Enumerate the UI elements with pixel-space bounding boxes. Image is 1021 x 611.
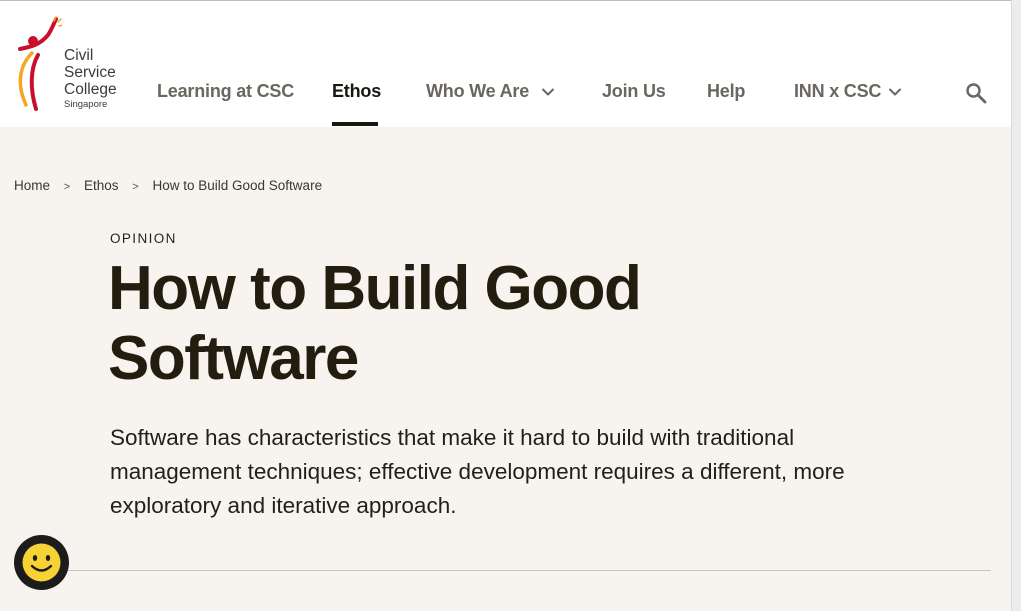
breadcrumb-home[interactable]: Home xyxy=(14,178,50,193)
breadcrumb-separator: > xyxy=(63,181,71,193)
nav-inn-x-csc[interactable]: INN x CSC xyxy=(794,81,881,102)
nav-help[interactable]: Help xyxy=(707,81,745,102)
feedback-button[interactable] xyxy=(14,535,69,590)
logo-wordmark: Civil Service College xyxy=(64,47,117,98)
article-category: OPINION xyxy=(110,231,177,246)
nav-ethos[interactable]: Ethos xyxy=(332,81,381,102)
nav-learning-at-csc[interactable]: Learning at CSC xyxy=(157,81,294,102)
nav-join-us[interactable]: Join Us xyxy=(602,81,666,102)
chevron-down-icon[interactable] xyxy=(541,85,555,99)
search-icon[interactable] xyxy=(964,81,988,105)
breadcrumb: Home > Ethos > How to Build Good Softwar… xyxy=(14,178,322,193)
breadcrumb-ethos[interactable]: Ethos xyxy=(84,178,119,193)
chevron-down-icon[interactable] xyxy=(888,85,902,99)
site-header: Civil Service College Singapore Learning… xyxy=(0,1,1011,127)
active-nav-indicator xyxy=(332,122,378,126)
content-divider xyxy=(68,570,991,571)
page-title: How to Build Good Software xyxy=(108,254,642,393)
csc-logo[interactable]: Civil Service College Singapore xyxy=(12,13,124,117)
smiley-icon xyxy=(22,543,61,582)
breadcrumb-separator: > xyxy=(132,181,139,193)
article-summary: Software has characteristics that make i… xyxy=(110,425,845,518)
nav-who-we-are[interactable]: Who We Are xyxy=(426,81,529,102)
csc-figure-icon xyxy=(18,16,62,111)
breadcrumb-current: How to Build Good Software xyxy=(152,178,323,193)
logo-subtitle: Singapore xyxy=(64,99,108,110)
page-scrollbar[interactable] xyxy=(1011,0,1021,611)
